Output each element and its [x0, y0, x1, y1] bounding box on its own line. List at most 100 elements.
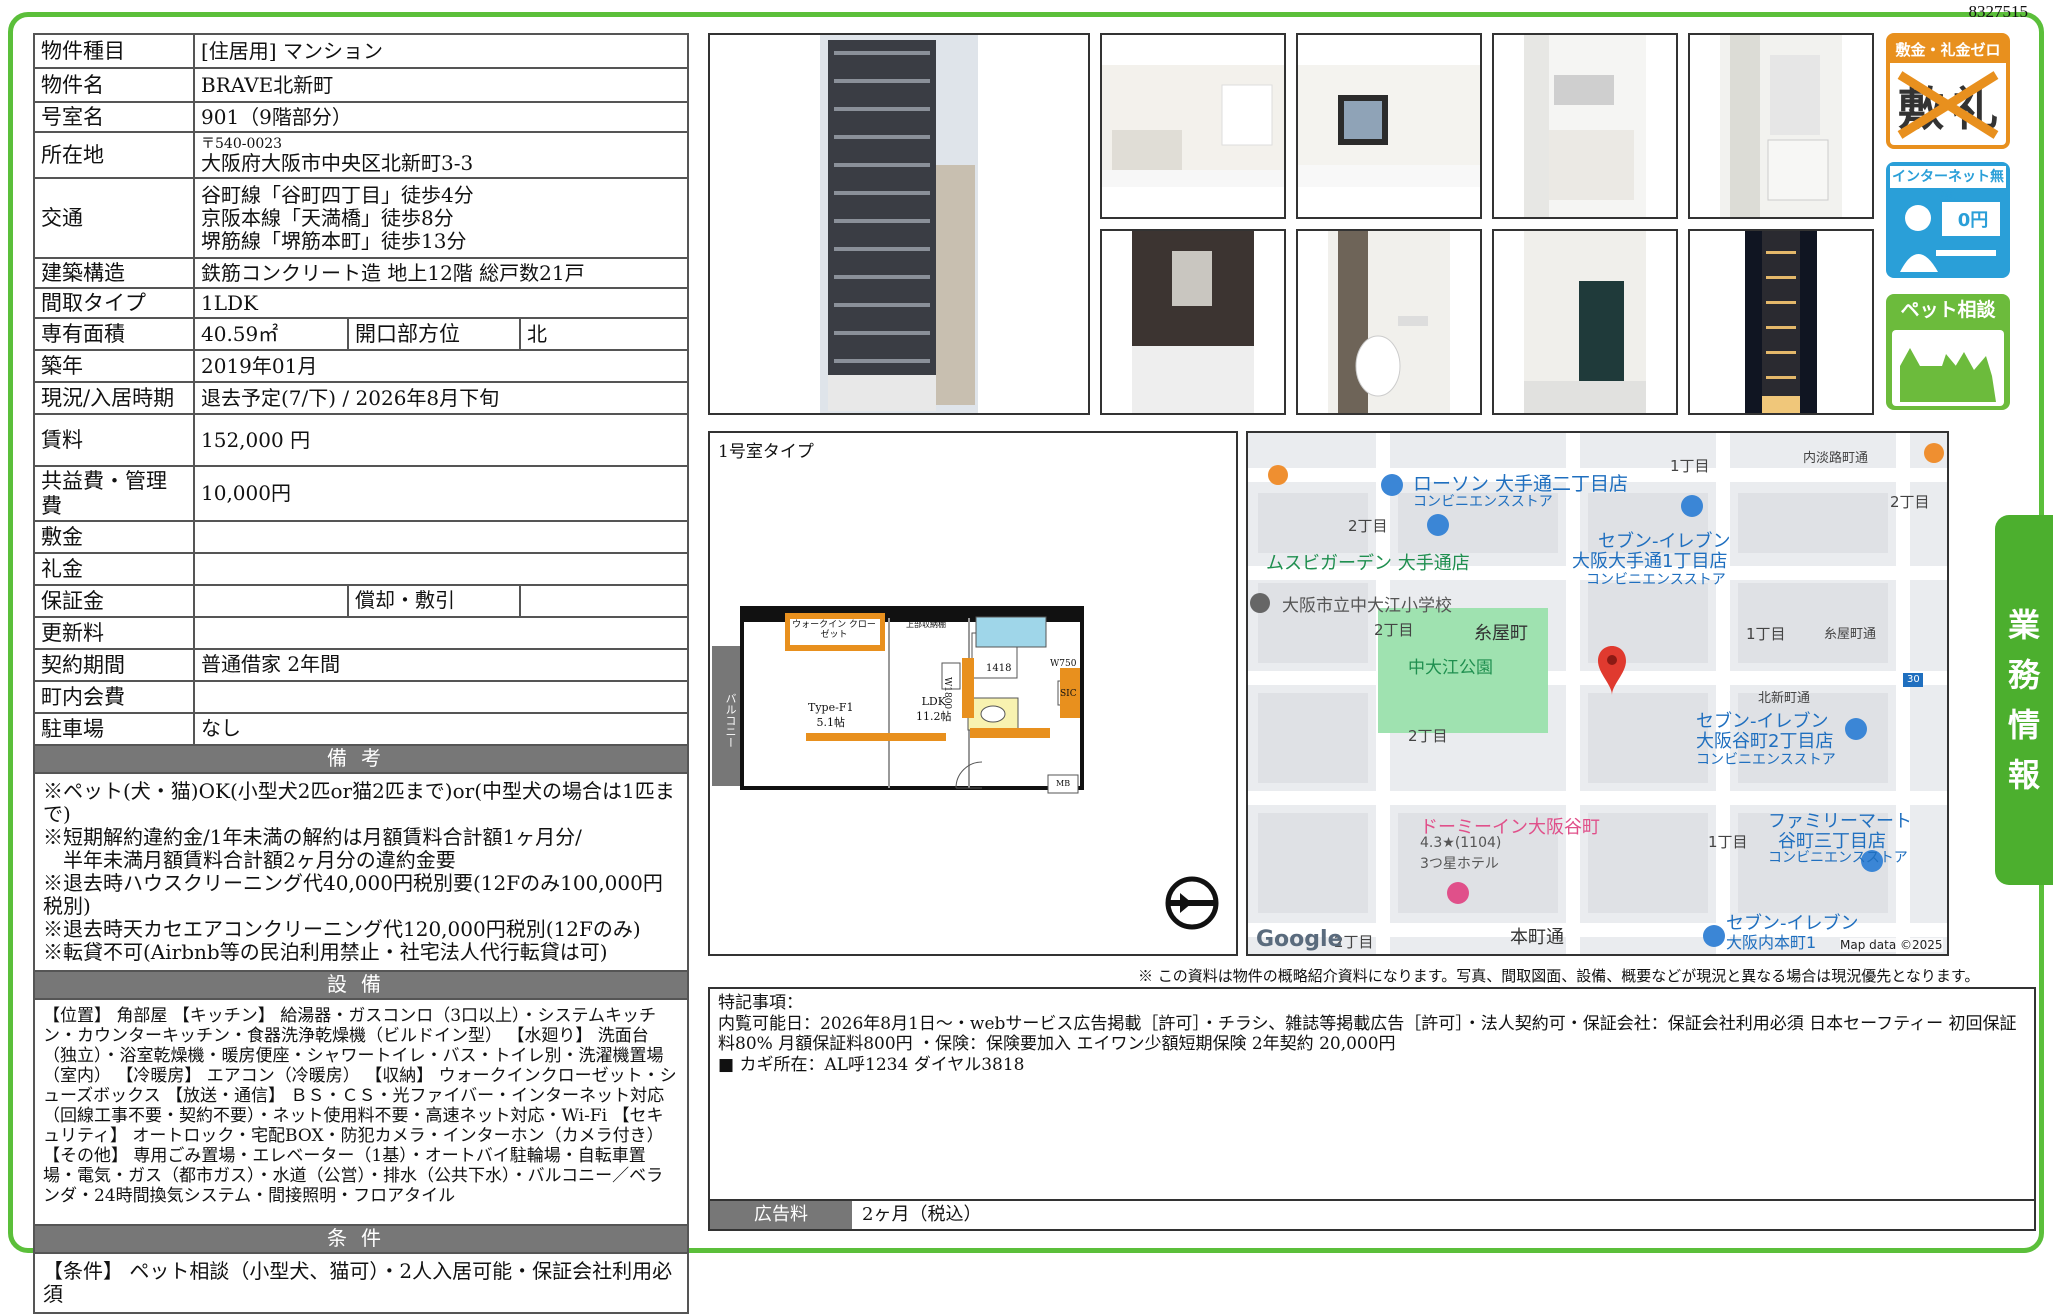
compass-icon [1165, 876, 1219, 930]
amortization-label: 償却・敷引 [347, 583, 521, 618]
conditions-text: 【条件】 ペット相談（小型犬、猫可）・2人入居可能・保証会社利用必須 [32, 1251, 690, 1314]
remark-line: ※短期解約違約金/1年未満の解約は月額賃料合計額1ヶ月分/ [43, 824, 582, 849]
document-id: 8327515 [1968, 2, 2029, 21]
location-map[interactable]: 内淡路町通 ローソン 大手通二丁目店 コンビニエンスストア 1丁目 2丁目 2丁… [1246, 431, 1949, 956]
map-label: 4.3★(1104) [1420, 835, 1502, 851]
guarantee-label: 保証金 [33, 583, 195, 618]
ad-fee-value: 2ヶ月（税込） [862, 1204, 982, 1225]
map-label: 2丁目 [1890, 493, 1930, 511]
google-logo: Google [1256, 927, 1343, 952]
key-location-text: ■ カギ所在：AL呼1234 ダイヤル3818 [718, 1055, 1025, 1076]
night-exterior-photo[interactable] [1688, 229, 1874, 415]
address-label: 所在地 [33, 131, 195, 180]
access-line: 谷町線「谷町四丁目」徒歩4分 [201, 182, 474, 207]
remark-line: ※退去時天カセエアコンクリーニング代120,000円税別(12Fのみ) [43, 916, 641, 941]
layout-label: 間取タイプ [33, 287, 195, 320]
w1800-label: W1800 [942, 677, 952, 710]
conditions-heading: 条件 [32, 1223, 690, 1254]
access-line: 堺筋線「堺筋本町」徒歩13分 [201, 228, 467, 253]
map-label: 1丁目 [1746, 625, 1786, 643]
remark-line: ※転貸不可(Airbnb等の民泊利用禁止・社宅法人代行転貸は可) [43, 939, 608, 964]
map-label: 内淡路町通 [1803, 451, 1869, 466]
map-label: 1丁目 [1708, 833, 1748, 851]
bathroom-image [1132, 231, 1254, 413]
building-image [710, 35, 1088, 413]
map-label: 2丁目 [1374, 621, 1414, 639]
mb-label: MB [1056, 779, 1071, 788]
cross-mark-icon [1897, 71, 1999, 139]
built-label: 築年 [33, 349, 195, 384]
map-label: 大阪市立中大江小学校 [1282, 596, 1452, 616]
contract-label: 契約期間 [33, 647, 195, 682]
layout-value: 1LDK [192, 287, 690, 320]
room-value: 901（9階部分） [192, 100, 690, 134]
living-room-image [1102, 65, 1284, 187]
status-label: 現況/入居時期 [33, 381, 195, 416]
toilet-image [1328, 231, 1450, 413]
structure-value: 鉄筋コンクリート造 地上12階 総戸数21戸 [192, 257, 690, 290]
deposit-value [192, 519, 690, 554]
interior-photo-washroom[interactable] [1688, 33, 1874, 219]
pet-negotiable-badge: ペット相談 [1886, 294, 2010, 410]
amortization-value [518, 583, 690, 618]
floorplan-panel: 1号室タイプ バルコニー Type-F1 5.1帖 LDK 11.2帖 ウォーク… [708, 431, 1238, 956]
address-value: 大阪府大阪市中央区北新町3-3 [201, 150, 474, 175]
tab-char: 情 [2007, 706, 2040, 744]
parking-value: なし [192, 711, 690, 746]
tab-char: 報 [2007, 756, 2040, 794]
interior-photo-living[interactable] [1100, 33, 1286, 219]
map-label: 3つ星ホテル [1420, 856, 1499, 872]
interior-photo-toilet[interactable] [1296, 229, 1482, 415]
balcony-label: バルコニー [724, 693, 737, 748]
structure-label: 建築構造 [33, 257, 195, 290]
zero-deposit-badge: 敷金・礼金ゼロ 敷 礼 [1886, 33, 2010, 149]
pet-negotiable-title: ペット相談 [1900, 299, 1996, 321]
bath-size-label: 1418 [986, 663, 1012, 674]
w750-label: W750 [1050, 659, 1077, 669]
remark-line: ※ペット(犬・猫)OK(小型犬2匹or猫2匹まで)or(中型犬の場合は1匹まで) [43, 778, 675, 826]
name-label: 物件名 [33, 67, 195, 103]
free-internet-title: インターネット無料 [1890, 166, 2006, 207]
business-info-tab[interactable]: 業 務 情 報 [1995, 515, 2053, 885]
zero-deposit-title: 敷金・礼金ゼロ [1890, 37, 2006, 63]
interior-photo-closet[interactable] [1492, 229, 1678, 415]
route-number: 30 [1907, 674, 1920, 685]
ldk-size: 11.2帖 [916, 710, 952, 723]
tab-char: 務 [2007, 656, 2040, 694]
building-photo[interactable] [708, 33, 1090, 415]
sic-label: SIC [1060, 689, 1077, 699]
interior-photo-bath[interactable] [1100, 229, 1286, 415]
kitchen-image [1524, 35, 1646, 217]
equipment-text: 【位置】 角部屋 【キッチン】 給湯器・ガスコンロ（3口以上）・システムキッチン… [32, 997, 690, 1226]
room-type-name: Type-F1 [808, 701, 854, 714]
washroom-image [1720, 35, 1842, 217]
map-streets [1248, 433, 1947, 954]
map-label: 大阪内本町1 [1726, 933, 1817, 952]
room-label: 号室名 [33, 100, 195, 134]
remark-line: ※退去時ハウスクリーニング代40,000円税別要(12Fのみ100,000円税別… [43, 870, 663, 918]
closet-label: ウォークイン クローゼット [792, 620, 876, 640]
postal-code: 〒540-0023 [201, 135, 283, 152]
parking-label: 駐車場 [33, 711, 195, 746]
room-image [1298, 65, 1480, 187]
map-label: ムスビガーデン 大手通店 [1266, 553, 1470, 574]
status-value: 退去予定(7/下) / 2026年8月下旬 [192, 381, 690, 416]
disclaimer-text: ※ この資料は物件の概略紹介資料になります。写真、間取図面、設備、概要などが現況… [1138, 967, 1980, 985]
interior-photo-room[interactable] [1296, 33, 1482, 219]
pets-silhouette-icon [1892, 330, 2004, 406]
map-label: コンビニエンスストア [1586, 572, 1726, 588]
equipment-heading: 設備 [32, 969, 690, 1000]
map-label: 北新町通 [1758, 691, 1811, 706]
area-label: 専有面積 [33, 317, 195, 352]
map-label: 2丁目 [1408, 727, 1448, 745]
contract-value: 普通借家 2年間 [192, 647, 690, 682]
zero-yen-text: 0円 [1957, 210, 1989, 231]
person-laptop-icon [1900, 202, 2000, 272]
ad-fee-row: 広告料 2ヶ月（税込） [710, 1199, 2034, 1229]
community-label: 町内会費 [33, 679, 195, 714]
access-line: 京阪本線「天満橋」徒歩8分 [201, 205, 454, 230]
community-value [192, 679, 690, 714]
interior-photo-kitchen[interactable] [1492, 33, 1678, 219]
property-table: 物件種目 [住居用] マンション 物件名 BRAVE北新町 号室名 901（9階… [32, 33, 690, 1314]
remark-line: 半年未満月額賃料合計額2ヶ月分の違約金要 [43, 847, 456, 872]
